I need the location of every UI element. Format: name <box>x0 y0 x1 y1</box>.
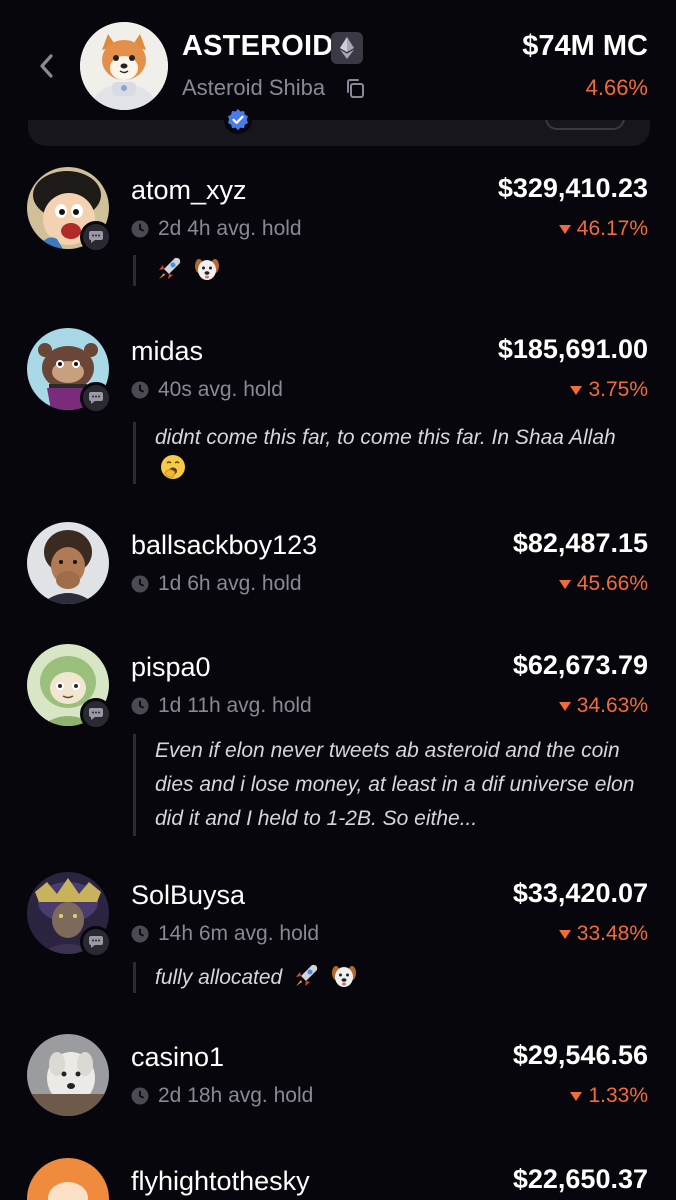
holding-value: $62,673.79 <box>512 650 648 680</box>
avatar-image <box>27 522 109 604</box>
holding-change-text: 1.33% <box>588 1084 648 1107</box>
holding-change: 45.66% <box>558 572 648 596</box>
holders-screen: ASTEROID Asteroid Shiba $74M MC 4.66% at… <box>0 0 676 1200</box>
holder-name[interactable]: casino1 <box>131 1042 224 1073</box>
holding-change: 34.63% <box>558 694 648 718</box>
clock-icon <box>131 381 149 399</box>
holder-name[interactable]: SolBuysa <box>131 880 245 911</box>
yawning-face-emoji <box>161 455 185 479</box>
token-header: ASTEROID Asteroid Shiba $74M MC 4.66% <box>0 0 676 134</box>
avg-hold-text: 1d 6h avg. hold <box>158 572 302 595</box>
dog-face-emoji <box>194 259 219 280</box>
avg-hold: 2d 18h avg. hold <box>131 1084 313 1108</box>
holder-name[interactable]: atom_xyz <box>131 175 247 206</box>
rocket-emoji <box>296 964 318 986</box>
avatar-image <box>27 1034 109 1116</box>
comment-text: didnt come this far, to come this far. I… <box>155 426 616 449</box>
comment: fully allocated <box>133 962 655 993</box>
holding-change-text: 33.48% <box>576 922 648 945</box>
holding-change: 33.48% <box>558 922 648 946</box>
avg-hold-text: 2d 4h avg. hold <box>158 217 302 240</box>
verified-check-icon <box>228 109 248 131</box>
avg-hold-text: 14h 6m avg. hold <box>158 922 320 945</box>
clock-icon <box>131 575 149 593</box>
dog-face-emoji <box>331 966 356 987</box>
holding-value: $33,420.07 <box>512 878 648 908</box>
holder-name[interactable]: ballsackboy123 <box>131 530 317 561</box>
down-arrow-icon <box>558 929 571 939</box>
avg-hold-text: 2d 18h avg. hold <box>158 1084 314 1107</box>
chevron-left-icon <box>40 54 53 78</box>
comment-text: Even if elon never tweets ab asteroid an… <box>155 739 635 830</box>
chain-badge <box>331 32 363 64</box>
avg-hold-text: 40s avg. hold <box>158 378 283 401</box>
avatar-image <box>27 1158 109 1200</box>
verified-badge <box>224 106 252 134</box>
holder-row[interactable]: pispa0 1d 11h avg. hold $62,673.79 34.63… <box>0 644 676 844</box>
rocket-emoji <box>159 257 181 279</box>
clock-icon <box>131 1087 149 1105</box>
holding-value: $185,691.00 <box>497 334 648 364</box>
chat-badge <box>80 698 112 730</box>
shiba-astronaut-image <box>80 22 168 110</box>
holding-change: 1.33% <box>570 1084 648 1108</box>
holding-change-text: 3.75% <box>588 378 648 401</box>
down-arrow-icon <box>570 385 583 395</box>
holder-row[interactable]: SolBuysa 14h 6m avg. hold $33,420.07 33.… <box>0 872 676 1002</box>
token-avatar[interactable] <box>80 22 252 134</box>
comment <box>133 255 655 286</box>
avatar[interactable] <box>27 522 109 604</box>
holding-change: 3.75% <box>570 378 648 402</box>
holder-name[interactable]: pispa0 <box>131 652 211 683</box>
clock-icon <box>131 220 149 238</box>
holding-change-text: 34.63% <box>576 694 648 717</box>
holding-value: $329,410.23 <box>497 173 648 203</box>
down-arrow-icon <box>558 224 571 234</box>
back-button[interactable] <box>28 44 64 88</box>
down-arrow-icon <box>570 1091 583 1101</box>
chat-bubble-icon <box>89 392 103 404</box>
token-symbol: ASTEROID <box>182 30 334 62</box>
holding-change: 46.17% <box>558 217 648 241</box>
holder-row[interactable]: ballsackboy123 1d 6h avg. hold $82,487.1… <box>0 522 676 622</box>
holding-value: $22,650.37 <box>512 1164 648 1194</box>
chat-bubble-icon <box>89 936 103 948</box>
avg-hold: 1d 11h avg. hold <box>131 694 312 718</box>
down-arrow-icon <box>558 579 571 589</box>
holding-value: $29,546.56 <box>512 1040 648 1070</box>
chat-bubble-icon <box>89 231 103 243</box>
holder-row[interactable]: casino1 2d 18h avg. hold $29,546.56 1.33… <box>0 1034 676 1134</box>
avg-hold: 1d 6h avg. hold <box>131 572 302 596</box>
ethereum-icon <box>340 37 354 59</box>
holding-change-text: 46.17% <box>576 217 648 240</box>
holder-name[interactable]: midas <box>131 336 203 367</box>
copy-icon[interactable] <box>344 78 368 100</box>
avatar[interactable] <box>27 1034 109 1116</box>
market-cap: $74M MC <box>522 30 648 62</box>
avg-hold: 2d 4h avg. hold <box>131 217 302 241</box>
avg-hold-text: 1d 11h avg. hold <box>158 694 312 717</box>
chat-badge <box>80 382 112 414</box>
market-cap-change: 4.66% <box>585 75 648 100</box>
down-arrow-icon <box>558 701 571 711</box>
clock-icon <box>131 697 149 715</box>
holder-name[interactable]: flyhightothesky <box>131 1166 310 1197</box>
holder-row[interactable]: flyhightothesky $22,650.37 <box>0 1158 676 1200</box>
holding-change-text: 45.66% <box>576 572 648 595</box>
holder-row[interactable]: midas 40s avg. hold $185,691.00 3.75% di… <box>0 328 676 488</box>
holder-row[interactable]: atom_xyz 2d 4h avg. hold $329,410.23 46.… <box>0 167 676 297</box>
comment-text: fully allocated <box>155 966 283 989</box>
chat-badge <box>80 221 112 253</box>
avatar[interactable] <box>27 1158 109 1200</box>
token-name: Asteroid Shiba <box>182 75 326 100</box>
avg-hold: 14h 6m avg. hold <box>131 922 319 946</box>
comment: Even if elon never tweets ab asteroid an… <box>133 734 655 836</box>
chat-badge <box>80 926 112 958</box>
clock-icon <box>131 925 149 943</box>
chat-bubble-icon <box>89 708 103 720</box>
avg-hold: 40s avg. hold <box>131 378 283 402</box>
comment: didnt come this far, to come this far. I… <box>133 422 655 484</box>
holding-value: $82,487.15 <box>512 528 648 558</box>
